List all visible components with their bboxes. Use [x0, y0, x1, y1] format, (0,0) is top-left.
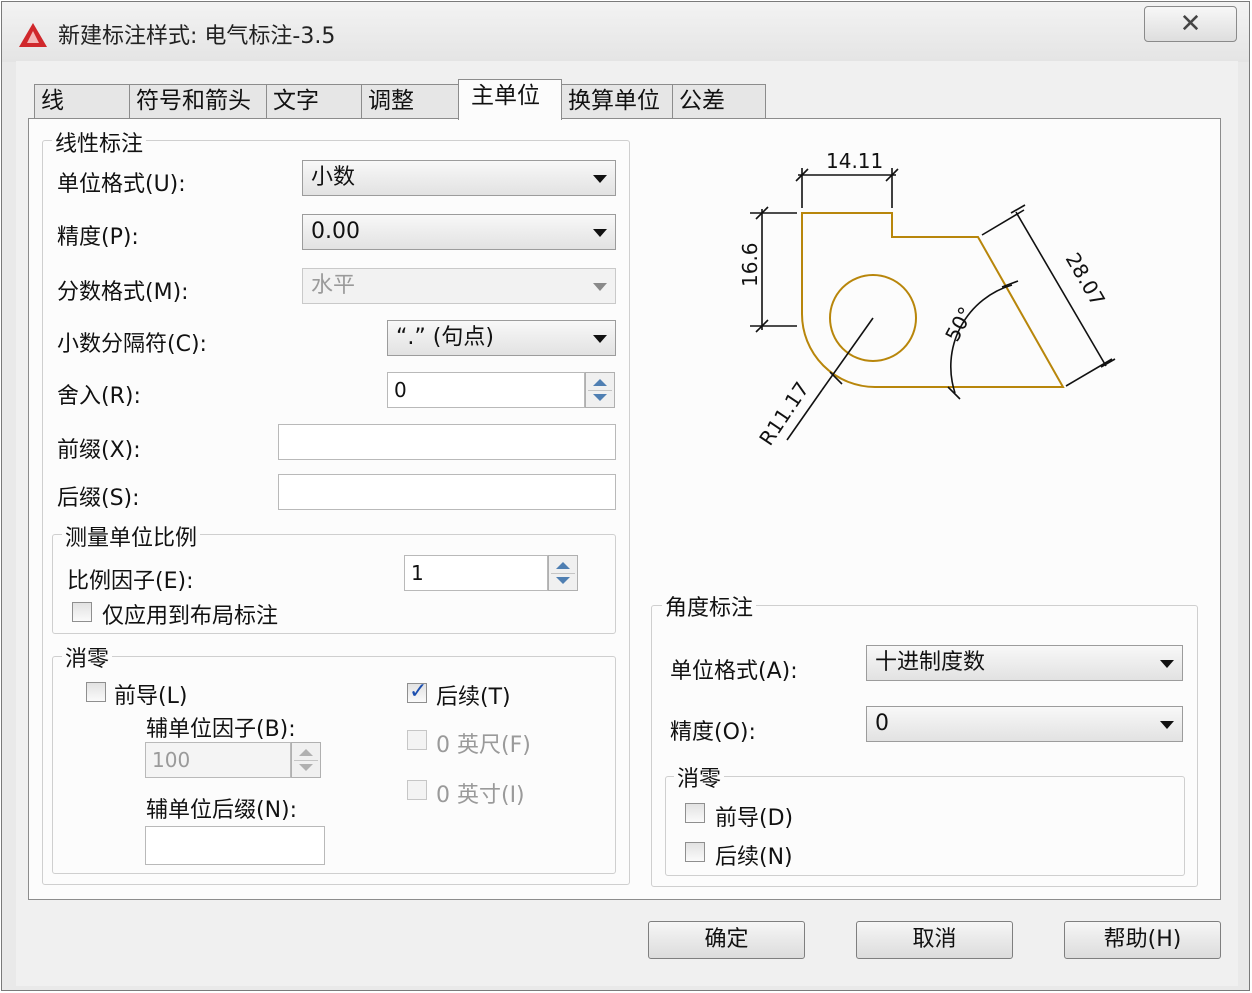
dim-top-text: 14.11: [826, 149, 883, 173]
round-off-label: 舍入(R):: [57, 384, 141, 409]
round-off-input[interactable]: 0: [387, 372, 585, 408]
unit-format-value: 小数: [311, 165, 356, 190]
chevron-down-icon: [593, 335, 607, 343]
tab-fit[interactable]: 调整: [361, 84, 459, 118]
sub-unit-suffix-input[interactable]: [145, 826, 325, 865]
close-button[interactable]: ✕: [1144, 6, 1237, 42]
fraction-format-select[interactable]: 水平: [302, 268, 616, 304]
layout-only-label: 仅应用到布局标注: [102, 604, 279, 629]
sub-unit-factor-input[interactable]: 100: [145, 742, 291, 778]
sub-unit-suffix-label: 辅单位后缀(N):: [146, 798, 298, 823]
fraction-format-value: 水平: [311, 273, 356, 298]
tab-primary-units[interactable]: 主单位: [458, 79, 562, 120]
tab-tolerances[interactable]: 公差: [672, 84, 766, 118]
spin-up-icon[interactable]: [556, 562, 570, 569]
suffix-label: 后缀(S):: [57, 486, 140, 511]
spin-up-icon[interactable]: [593, 379, 607, 386]
layout-only-checkbox[interactable]: [72, 602, 92, 622]
angular-precision-select[interactable]: 0: [866, 706, 1183, 742]
linear-group-title: 线性标注: [52, 126, 147, 158]
help-button[interactable]: 帮助(H): [1064, 921, 1221, 959]
zero-suppression-title: 消零: [62, 641, 113, 673]
fraction-format-label: 分数格式(M):: [57, 280, 189, 305]
chevron-down-icon: [1160, 721, 1174, 729]
angular-unit-format-select[interactable]: 十进制度数: [866, 645, 1183, 681]
angular-trailing-checkbox[interactable]: [685, 842, 705, 862]
cancel-button[interactable]: 取消: [856, 921, 1013, 959]
unit-format-select[interactable]: 小数: [302, 160, 616, 196]
dimension-preview: 14.11 16.6 28.07 50° R11.17: [738, 149, 1116, 450]
decimal-separator-select[interactable]: “.” (句点): [387, 320, 616, 356]
chevron-down-icon: [593, 283, 607, 291]
tab-symbols-arrows[interactable]: 符号和箭头: [129, 84, 267, 118]
angular-precision-value: 0: [875, 711, 889, 736]
autocad-app-icon: [19, 23, 47, 47]
tab-text[interactable]: 文字: [266, 84, 362, 118]
trailing-zero-checkbox[interactable]: ✓: [407, 679, 427, 704]
unit-format-label: 单位格式(U):: [57, 172, 186, 197]
zero-inches-label: 0 英寸(I): [436, 783, 525, 808]
angular-precision-label: 精度(O):: [670, 720, 756, 745]
zero-feet-label: 0 英尺(F): [436, 733, 531, 758]
precision-select[interactable]: 0.00: [302, 214, 616, 250]
spin-down-icon[interactable]: [593, 394, 607, 401]
sub-unit-factor-spinner[interactable]: [291, 742, 321, 778]
sub-unit-factor-label: 辅单位因子(B):: [146, 717, 296, 742]
title-bar[interactable]: 新建标注样式: 电气标注-3.5 ✕: [2, 2, 1249, 62]
spin-down-icon[interactable]: [299, 764, 313, 771]
chevron-down-icon: [593, 229, 607, 237]
angular-leading-checkbox[interactable]: [685, 803, 705, 823]
angular-zero-title: 消零: [674, 761, 725, 793]
trailing-zero-label: 后续(T): [436, 685, 511, 710]
scale-factor-spinner[interactable]: [548, 555, 578, 591]
decimal-separator-value: “.” (句点): [396, 325, 494, 350]
prefix-input[interactable]: [278, 424, 616, 460]
prefix-label: 前缀(X):: [57, 438, 141, 463]
checkmark-icon: ✓: [409, 679, 428, 704]
angular-group-title: 角度标注: [662, 590, 757, 622]
leading-zero-label: 前导(L): [114, 684, 188, 709]
tab-alternate-units[interactable]: 换算单位: [561, 84, 673, 118]
chevron-down-icon: [1160, 660, 1174, 668]
ok-button[interactable]: 确定: [648, 921, 805, 959]
angular-trailing-label: 后续(N): [715, 845, 793, 870]
spin-down-icon[interactable]: [556, 577, 570, 584]
precision-value: 0.00: [311, 219, 360, 244]
scale-factor-input[interactable]: 1: [404, 555, 548, 591]
spin-up-icon[interactable]: [299, 749, 313, 756]
angular-leading-label: 前导(D): [715, 806, 794, 831]
zero-inches-checkbox[interactable]: [407, 780, 427, 800]
suffix-input[interactable]: [278, 474, 616, 510]
dim-left-text: 16.6: [738, 242, 762, 287]
chevron-down-icon: [593, 175, 607, 183]
leading-zero-checkbox[interactable]: [86, 682, 106, 702]
decimal-separator-label: 小数分隔符(C):: [57, 332, 207, 357]
angular-unit-format-value: 十进制度数: [875, 650, 986, 675]
scale-factor-label: 比例因子(E):: [67, 569, 194, 594]
scale-group-title: 测量单位比例: [62, 520, 201, 552]
tab-lines[interactable]: 线: [34, 84, 130, 118]
zero-feet-checkbox[interactable]: [407, 730, 427, 750]
round-off-spinner[interactable]: [585, 372, 615, 408]
window-title: 新建标注样式: 电气标注-3.5: [58, 24, 336, 49]
angular-unit-format-label: 单位格式(A):: [670, 659, 798, 684]
precision-label: 精度(P):: [57, 225, 139, 250]
